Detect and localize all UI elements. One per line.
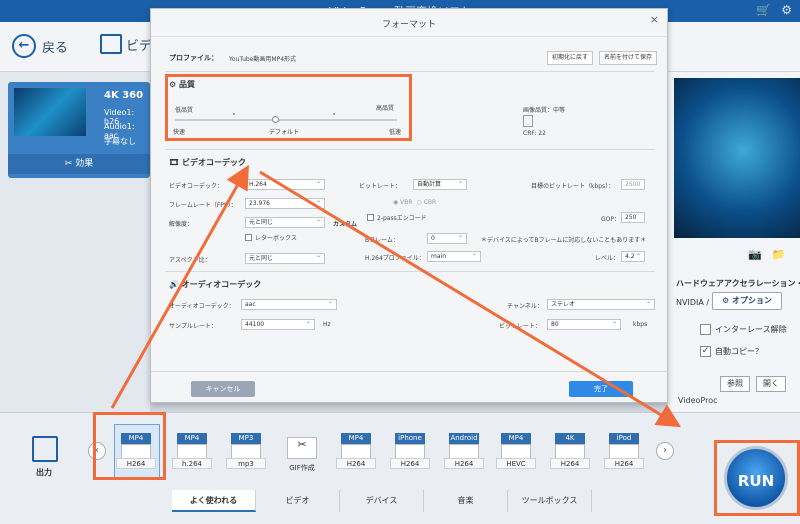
- annotation-arrows: [110, 164, 682, 428]
- arrow-to-quality: [110, 164, 249, 409]
- arrow-to-run: [259, 170, 682, 428]
